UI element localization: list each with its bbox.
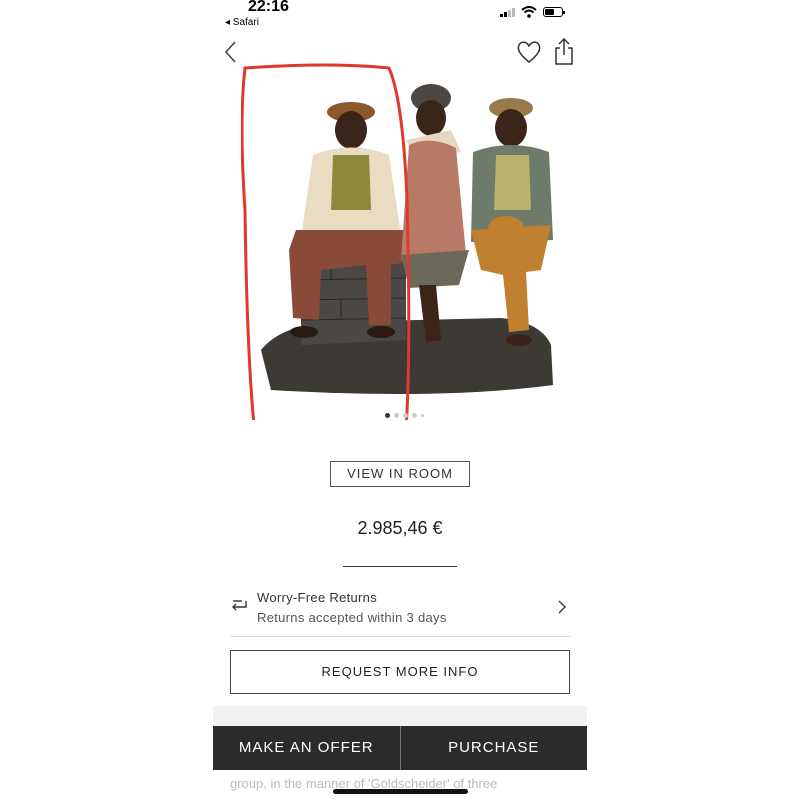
- returns-title: Worry-Free Returns: [257, 590, 378, 605]
- view-in-room-button[interactable]: VIEW IN ROOM: [330, 461, 470, 487]
- returns-policy-row[interactable]: Worry-Free Returns Returns accepted with…: [230, 588, 571, 637]
- make-offer-button[interactable]: MAKE AN OFFER: [213, 726, 400, 770]
- carousel-dots[interactable]: [385, 413, 424, 418]
- phone-screen: 22:16 ◂ Safari VIEW IN ROOM 2.985,46 € W…: [213, 0, 587, 800]
- chevron-left-icon[interactable]: [219, 38, 243, 66]
- home-indicator[interactable]: [333, 789, 468, 794]
- wifi-icon: [521, 6, 537, 18]
- carousel-dot[interactable]: [403, 413, 408, 418]
- carousel-dot[interactable]: [421, 414, 424, 417]
- battery-icon: [543, 7, 565, 17]
- returns-subtitle: Returns accepted within 3 days: [257, 610, 447, 625]
- divider: [343, 566, 457, 567]
- carousel-dot[interactable]: [385, 413, 390, 418]
- description-fade: [213, 706, 587, 728]
- chevron-right-icon: [558, 600, 566, 614]
- return-arrow-icon: [232, 600, 247, 611]
- signal-icon: [500, 7, 515, 17]
- status-indicators: [500, 6, 565, 18]
- carousel-dot[interactable]: [394, 413, 399, 418]
- status-time: 22:16: [248, 0, 289, 15]
- price: 2.985,46 €: [357, 518, 443, 538]
- product-image[interactable]: [241, 60, 571, 420]
- action-bar: MAKE AN OFFER PURCHASE: [213, 726, 587, 770]
- status-back-to-safari[interactable]: ◂ Safari: [225, 17, 259, 28]
- carousel-dot[interactable]: [412, 413, 417, 418]
- request-more-info-button[interactable]: REQUEST MORE INFO: [230, 650, 570, 694]
- purchase-button[interactable]: PURCHASE: [400, 726, 587, 770]
